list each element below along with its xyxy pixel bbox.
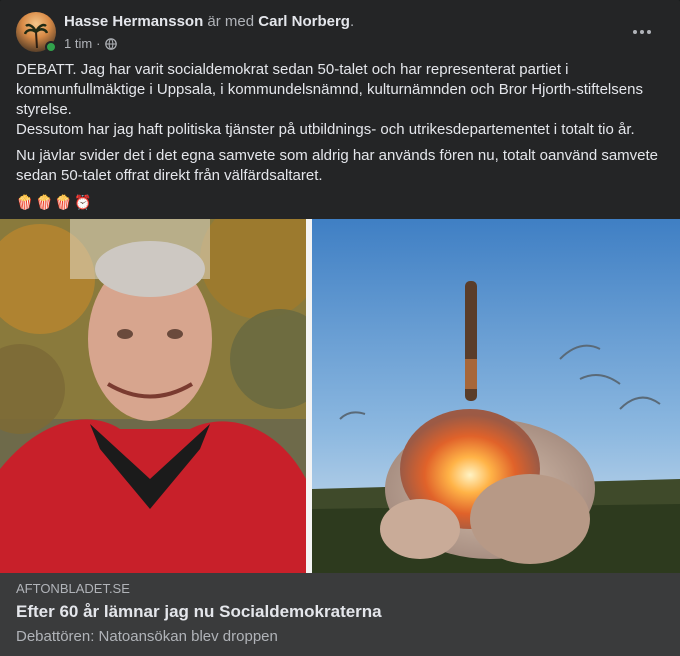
post-paragraph-3: Nu jävlar svider det i det egna samvete … [16,147,659,184]
link-preview-meta[interactable]: AFTONBLADET.SE Efter 60 år lämnar jag nu… [0,573,680,656]
link-subtitle: Debattören: Natoansökan blev droppen [16,628,278,645]
emoji-row: 🍿 🍿 🍿 ⏰ [16,192,660,212]
tagged-suffix: . [349,13,355,30]
alarm-clock-emoji: ⏰ [74,194,92,210]
author-line: Hasse Hermansson är med Carl Norberg. [64,13,354,30]
link-domain: AFTONBLADET.SE [16,581,130,596]
link-title[interactable]: Efter 60 år lämnar jag nu Socialdemokrat… [16,602,664,622]
with-text: är med [207,13,255,30]
post-header: Hasse Hermansson är med Carl Norberg. 1 … [16,12,664,56]
paragraph-2-text: Dessutom har jag haft politiska tjänster… [16,121,635,138]
post-paragraph-1: DEBATT. Jag har varit socialdemokrat sed… [16,60,660,140]
post-time[interactable]: 1 tim [64,36,92,51]
meta-separator: · [96,36,101,51]
paragraph-1-text: DEBATT. Jag har varit socialdemokrat sed… [16,61,643,118]
online-status-dot [45,41,57,53]
popcorn-emoji-2: 🍿 [35,194,53,210]
more-dots-icon [633,30,651,34]
post-card: Hasse Hermansson är med Carl Norberg. 1 … [0,0,680,656]
globe-icon[interactable] [104,37,117,50]
more-options-button[interactable] [628,18,656,46]
link-preview-image[interactable] [0,219,680,573]
article-image [0,219,680,573]
tagged-name[interactable]: Carl Norberg [258,13,350,30]
author-name[interactable]: Hasse Hermansson [64,13,203,30]
popcorn-emoji-1: 🍿 [16,194,34,210]
post-meta: 1 tim · [64,36,117,51]
popcorn-emoji-3: 🍿 [54,194,73,210]
post-text: DEBATT. Jag har varit socialdemokrat sed… [16,60,660,212]
